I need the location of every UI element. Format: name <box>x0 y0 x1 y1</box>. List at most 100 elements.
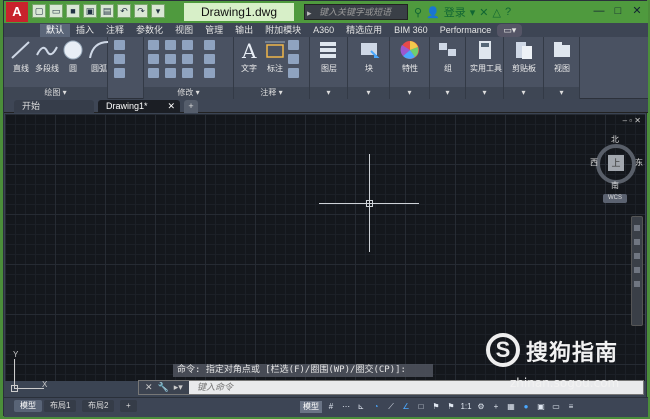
markup-icon[interactable] <box>288 68 299 78</box>
close-tab-icon[interactable]: ✕ <box>167 100 175 113</box>
clipboard-dropdown-icon[interactable]: ▾ <box>504 87 543 99</box>
viewcube-east[interactable]: 东 <box>635 157 643 168</box>
copy-icon[interactable] <box>148 54 159 64</box>
redo-icon[interactable]: ↷ <box>134 4 148 18</box>
erase-icon[interactable] <box>204 40 215 50</box>
move-icon[interactable] <box>148 40 159 50</box>
tab-featured-apps[interactable]: 精选应用 <box>340 24 388 37</box>
snap-icon[interactable]: ⋯ <box>340 401 352 413</box>
layout-tab-model[interactable]: 模型 <box>14 400 42 412</box>
save-icon[interactable]: ■ <box>66 4 80 18</box>
navigation-bar[interactable] <box>631 216 643 326</box>
tab-insert[interactable]: 插入 <box>70 24 100 37</box>
rectangle-icon[interactable] <box>114 40 125 50</box>
trim-icon[interactable] <box>182 40 193 50</box>
object-snap-icon[interactable]: □ <box>415 401 427 413</box>
viewcube-north[interactable]: 北 <box>611 134 619 145</box>
view-tool[interactable]: 视图 <box>547 39 577 74</box>
draw-group-label[interactable]: 绘图 ▾ <box>4 87 107 99</box>
array-icon[interactable] <box>182 68 193 78</box>
search-icon[interactable]: ⚲ <box>414 6 422 19</box>
wcs-menu[interactable]: WCS <box>603 194 627 203</box>
polar-tracking-icon[interactable]: ◔ <box>370 401 382 413</box>
workspace-gear-icon[interactable]: ⚙ <box>475 401 487 413</box>
viewcube-west[interactable]: 西 <box>590 157 598 168</box>
tab-home[interactable]: 默认 <box>40 24 71 37</box>
plot-icon[interactable]: ▤ <box>100 4 114 18</box>
viewcube-south[interactable]: 南 <box>611 180 619 191</box>
tab-addins[interactable]: 附加模块 <box>259 24 307 37</box>
close-icon[interactable]: ✕ <box>628 3 646 19</box>
new-file-icon[interactable]: ▢ <box>32 4 46 18</box>
login-button[interactable]: 登录 <box>444 4 466 20</box>
table-icon[interactable] <box>288 54 299 64</box>
fillet-icon[interactable] <box>182 54 193 64</box>
tab-parametric[interactable]: 参数化 <box>130 24 169 37</box>
ribbon-display-toggle-icon[interactable]: ▭▾ <box>497 24 523 37</box>
group-dropdown-icon[interactable]: ▾ <box>430 87 465 99</box>
units-icon[interactable]: ▦ <box>505 401 517 413</box>
steering-wheel-icon[interactable] <box>634 225 640 231</box>
leader-icon[interactable] <box>288 40 299 50</box>
add-layout-button[interactable]: + <box>120 400 137 412</box>
annotation-group-label[interactable]: 注释 ▾ <box>234 87 309 99</box>
orbit-icon[interactable] <box>634 267 640 273</box>
auto-scale-icon[interactable]: ⚑ <box>445 401 457 413</box>
viewport-controls[interactable]: – ▫ ✕ <box>623 116 641 125</box>
viewcube[interactable]: 上 北 南 西 东 <box>590 134 643 190</box>
a360-icon[interactable]: △ <box>493 6 501 19</box>
new-tab-button[interactable]: + <box>184 100 198 113</box>
group-tool[interactable]: 组 <box>433 39 463 74</box>
showmotion-icon[interactable] <box>634 281 640 287</box>
tab-bim360[interactable]: BIM 360 <box>388 24 434 37</box>
drawing-canvas[interactable]: – ▫ ✕ 上 北 南 西 东 WCS Y X 命令: 指定对角点或 [栏选(F… <box>5 114 645 392</box>
grid-icon[interactable]: # <box>325 401 337 413</box>
ortho-icon[interactable]: ⊾ <box>355 401 367 413</box>
modify-group-label[interactable]: 修改 ▾ <box>144 87 233 99</box>
isolate-objects-icon[interactable]: ● <box>520 401 532 413</box>
properties-tool[interactable]: 特性 <box>395 39 425 74</box>
properties-dropdown-icon[interactable]: ▾ <box>390 87 429 99</box>
save-as-icon[interactable]: ▣ <box>83 4 97 18</box>
qat-dropdown-icon[interactable]: ▾ <box>151 4 165 18</box>
utilities-tool[interactable]: 实用工具 <box>470 39 502 74</box>
rotate-icon[interactable] <box>165 40 176 50</box>
annotation-visibility-icon[interactable]: ⚑ <box>430 401 442 413</box>
hatch-icon[interactable] <box>114 54 125 64</box>
layout-tab-layout2[interactable]: 布局2 <box>82 400 115 412</box>
dimension-tool[interactable]: 标注 <box>260 39 290 74</box>
layout-tab-layout1[interactable]: 布局1 <box>44 400 77 412</box>
zoom-icon[interactable] <box>634 253 640 259</box>
minimize-icon[interactable]: — <box>590 3 608 19</box>
viewcube-top-face[interactable]: 上 <box>608 155 624 171</box>
search-input[interactable]: ▸ 键入关键字或短语 <box>304 4 408 20</box>
file-tab-start[interactable]: 开始 <box>14 100 94 113</box>
application-menu-button[interactable]: A <box>6 2 28 22</box>
recent-commands-icon[interactable]: ▸▾ <box>174 382 183 393</box>
customization-menu-icon[interactable]: ≡ <box>565 401 577 413</box>
block-dropdown-icon[interactable]: ▾ <box>348 87 389 99</box>
offset-icon[interactable] <box>204 68 215 78</box>
close-command-icon[interactable]: ✕ <box>145 382 153 393</box>
open-file-icon[interactable]: ▭ <box>49 4 63 18</box>
clipboard-tool[interactable]: 剪贴板 <box>509 39 539 74</box>
hardware-acceleration-icon[interactable]: ▣ <box>535 401 547 413</box>
boundary-icon[interactable] <box>114 68 125 78</box>
help-icon[interactable]: ? <box>505 6 511 18</box>
customize-wrench-icon[interactable]: 🔧 <box>158 382 169 393</box>
pan-icon[interactable] <box>634 239 640 245</box>
tab-output[interactable]: 输出 <box>229 24 259 37</box>
maximize-icon[interactable]: □ <box>609 3 627 19</box>
undo-icon[interactable]: ↶ <box>117 4 131 18</box>
layers-dropdown-icon[interactable]: ▾ <box>310 87 347 99</box>
isodraft-icon[interactable]: ⟋ <box>385 401 397 413</box>
utilities-dropdown-icon[interactable]: ▾ <box>466 87 503 99</box>
mirror-icon[interactable] <box>165 54 176 64</box>
annotation-monitor-icon[interactable]: + <box>490 401 502 413</box>
object-snap-tracking-icon[interactable]: ∠ <box>400 401 412 413</box>
exchange-icon[interactable]: ✕ <box>479 6 488 19</box>
tab-performance[interactable]: Performance <box>434 24 498 37</box>
explode-icon[interactable] <box>204 54 215 64</box>
block-tool[interactable]: 块 <box>354 39 384 74</box>
model-space-button[interactable]: 模型 <box>300 401 322 413</box>
